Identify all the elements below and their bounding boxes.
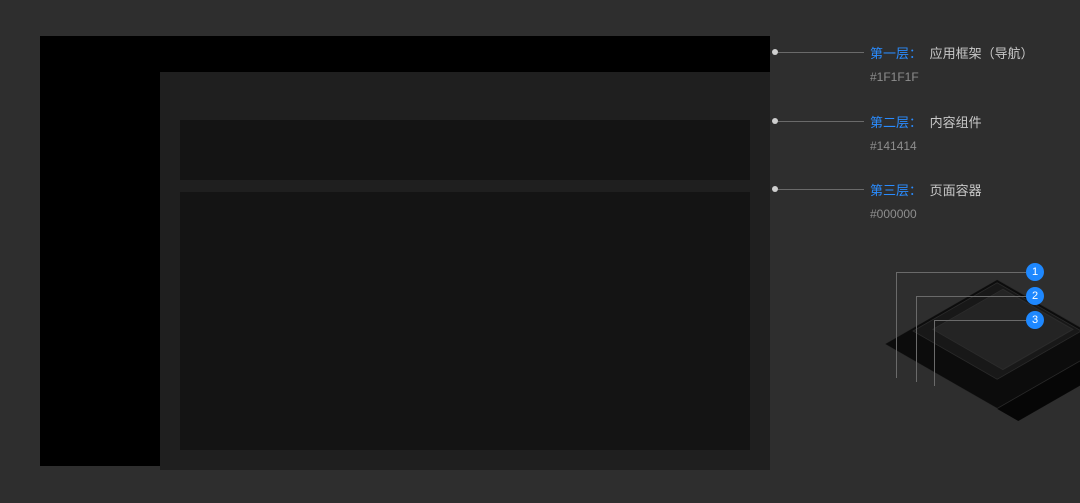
layer-page-container <box>160 72 770 470</box>
legend-hex: #1F1F1F <box>870 68 1034 86</box>
legend-desc: 页面容器 <box>930 183 982 198</box>
iso-badge-2: 2 <box>1026 287 1044 305</box>
legend-level-label: 第一层： <box>870 46 922 61</box>
leader-line-2 <box>778 121 864 122</box>
iso-leader-2v <box>916 296 917 382</box>
legend-entry-1: 第一层： 应用框架（导航） #1F1F1F <box>870 44 1034 86</box>
layer-content-component-header <box>180 120 750 180</box>
legend-entry-3: 第三层： 页面容器 #000000 <box>870 181 982 223</box>
iso-badge-1: 1 <box>1026 263 1044 281</box>
layer-content-component-main <box>180 192 750 450</box>
iso-leader-3h <box>934 320 1026 321</box>
iso-badge-3: 3 <box>1026 311 1044 329</box>
iso-leader-1v <box>896 272 897 378</box>
legend-entry-2: 第二层： 内容组件 #141414 <box>870 113 982 155</box>
iso-leader-3v <box>934 320 935 386</box>
layer-app-frame <box>40 36 770 466</box>
iso-leader-2h <box>916 296 1026 297</box>
leader-line-1 <box>778 52 864 53</box>
legend-level-label: 第二层： <box>870 115 922 130</box>
legend-desc: 内容组件 <box>930 115 982 130</box>
legend-hex: #000000 <box>870 205 982 223</box>
legend-hex: #141414 <box>870 137 982 155</box>
isometric-illustration: 1 2 3 <box>860 258 1060 478</box>
legend-level-label: 第三层： <box>870 183 922 198</box>
legend-desc: 应用框架（导航） <box>930 46 1034 61</box>
leader-line-3 <box>778 189 864 190</box>
iso-leader-1h <box>896 272 1026 273</box>
